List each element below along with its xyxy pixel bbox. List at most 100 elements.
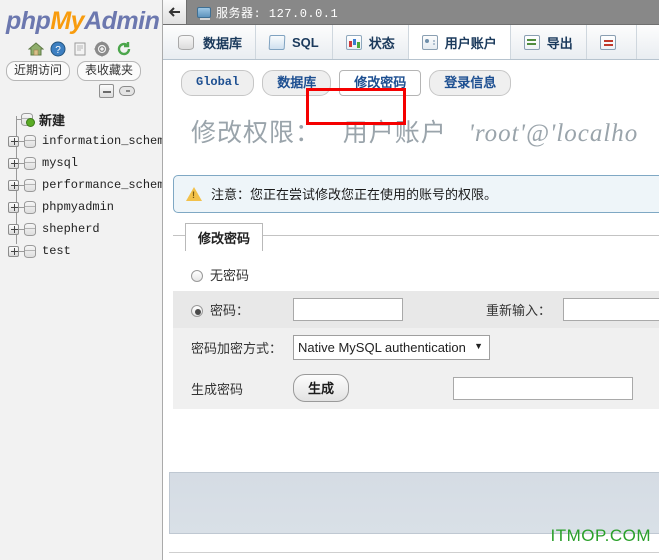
tree-item-label: performance_schema — [42, 178, 163, 192]
warning-notice: 注意：您正在尝试修改您正在使用的账号的权限。 — [173, 175, 659, 213]
sub-tabs: Global 数据库 修改密码 登录信息 — [163, 60, 659, 107]
home-icon[interactable] — [27, 41, 45, 57]
sidebar-quick-links: 近期访问 表收藏夹 — [0, 59, 162, 81]
phpmyadmin-window: phpMyAdmin ? 近期访问 表收藏夹 新建 information_sc… — [0, 0, 659, 560]
expand-icon[interactable] — [8, 157, 19, 169]
password-hashing-select[interactable]: Native MySQL authentication — [293, 335, 490, 360]
recent-tables-button[interactable]: 近期访问 — [6, 61, 71, 81]
server-title-text: 服务器: 127.0.0.1 — [216, 6, 339, 21]
user-accounts-icon — [421, 34, 438, 50]
tree-item-database[interactable]: mysql — [8, 152, 162, 174]
warning-icon — [186, 186, 202, 201]
change-password-fieldset: 修改密码 无密码 密码： 重新输入： 密码加密方式： Native MySQL … — [173, 223, 659, 409]
tab-label: 导出 — [546, 35, 573, 51]
documentation-icon[interactable] — [72, 41, 88, 57]
navigation-sidebar: phpMyAdmin ? 近期访问 表收藏夹 新建 information_sc… — [0, 0, 163, 560]
svg-text:?: ? — [55, 45, 61, 56]
bottom-divider — [169, 552, 659, 560]
expand-icon[interactable] — [8, 223, 19, 235]
tab-label: 用户账户 — [444, 35, 497, 51]
generate-password-button[interactable]: 生成 — [293, 374, 350, 402]
no-password-label: 无密码 — [210, 268, 250, 283]
tree-item-label: mysql — [42, 156, 79, 170]
database-icon — [24, 200, 36, 214]
reenter-password-input[interactable] — [563, 298, 659, 321]
tree-item-label: phpmyadmin — [42, 200, 115, 214]
generated-password-cell — [453, 367, 659, 409]
subtab-change-password[interactable]: 修改密码 — [339, 70, 422, 96]
database-icon — [24, 134, 36, 148]
tab-status[interactable]: 状态 — [333, 25, 409, 59]
warning-notice-text: 注意：您正在尝试修改您正在使用的账号的权限。 — [211, 187, 498, 202]
no-password-radio[interactable] — [191, 270, 203, 282]
page-title-prefix: 修改权限： — [191, 120, 322, 147]
password-form-table: 无密码 密码： 重新输入： 密码加密方式： Native MySQL authe… — [173, 258, 659, 409]
expand-icon[interactable] — [8, 245, 19, 257]
logo-admin: Admin — [84, 7, 160, 35]
help-icon[interactable]: ? — [50, 41, 66, 57]
form-row-no-password: 无密码 — [173, 258, 659, 291]
form-row-generate: 生成密码 生成 — [173, 367, 659, 409]
password-input[interactable] — [293, 298, 403, 321]
tab-databases[interactable]: 数据库 — [163, 25, 257, 59]
new-database-icon — [21, 112, 35, 127]
expand-icon[interactable] — [8, 135, 19, 147]
tab-sql[interactable]: SQL — [256, 25, 333, 59]
settings-gear-icon[interactable] — [94, 41, 110, 57]
subtab-login-information[interactable]: 登录信息 — [429, 70, 512, 96]
generated-password-input[interactable] — [453, 376, 633, 400]
tree-item-database[interactable]: information_schema — [8, 130, 162, 152]
no-password-cell: 无密码 — [173, 258, 659, 291]
tab-label: 数据库 — [203, 35, 243, 51]
phpmyadmin-logo[interactable]: phpMyAdmin — [0, 0, 162, 38]
database-icon — [24, 244, 36, 258]
form-row-password: 密码： 重新输入： — [173, 291, 659, 328]
server-bar: 服务器: 127.0.0.1 — [163, 0, 659, 25]
back-button[interactable] — [163, 0, 187, 24]
export-icon — [523, 34, 540, 50]
expand-icon[interactable] — [8, 179, 19, 191]
password-radio[interactable] — [191, 305, 203, 317]
server-title: 服务器: 127.0.0.1 — [187, 0, 338, 24]
server-monitor-icon — [197, 6, 211, 20]
page-title: 修改权限： 用户账户 'root'@'localho — [163, 107, 659, 149]
bottom-panel — [169, 472, 659, 534]
subtab-global[interactable]: Global — [181, 70, 255, 96]
tree-item-label: shepherd — [42, 222, 100, 236]
main-nav-tabs: 数据库 SQL 状态 用户账户 导出 — [163, 25, 659, 60]
sidebar-collapse-row — [0, 81, 162, 98]
favorite-tables-button[interactable]: 表收藏夹 — [77, 61, 142, 81]
database-tree: 新建 information_schema mysql performance_… — [0, 108, 162, 262]
tab-user-accounts[interactable]: 用户账户 — [408, 25, 511, 59]
tree-item-database[interactable]: performance_schema — [8, 174, 162, 196]
page-title-subject: 用户账户 — [342, 120, 447, 147]
reenter-label-cell: 重新输入： — [453, 291, 563, 328]
tree-item-label: information_schema — [42, 134, 163, 148]
status-icon — [345, 34, 362, 50]
tree-item-label: 新建 — [39, 112, 66, 128]
reload-icon[interactable] — [116, 41, 132, 57]
collapse-all-icon[interactable] — [99, 84, 114, 98]
tree-item-database[interactable]: shepherd — [8, 218, 162, 240]
sidebar-icon-row: ? — [0, 38, 162, 59]
expand-icon[interactable] — [8, 201, 19, 213]
database-icon — [24, 156, 36, 170]
page-title-account: 'root'@'localho — [468, 120, 639, 147]
tree-item-label: test — [42, 244, 71, 258]
database-icon — [178, 34, 194, 50]
tree-item-database[interactable]: test — [8, 240, 162, 262]
main-panel: 服务器: 127.0.0.1 数据库 SQL 状态 用户账户 导出 Global… — [163, 0, 659, 560]
link-with-main-panel-icon[interactable] — [119, 86, 135, 96]
subtab-databases[interactable]: 数据库 — [262, 70, 332, 96]
tab-export[interactable]: 导出 — [511, 25, 587, 59]
sql-icon — [268, 34, 286, 50]
password-label: 密码： — [210, 303, 250, 318]
logo-my: My — [50, 7, 85, 35]
database-icon — [24, 178, 36, 192]
tab-label: 状态 — [368, 35, 395, 51]
tab-import[interactable] — [587, 25, 637, 59]
tree-item-new[interactable]: 新建 — [8, 108, 162, 130]
database-icon — [24, 222, 36, 236]
tree-item-database[interactable]: phpmyadmin — [8, 196, 162, 218]
hashing-label-cell: 密码加密方式： — [173, 328, 293, 367]
